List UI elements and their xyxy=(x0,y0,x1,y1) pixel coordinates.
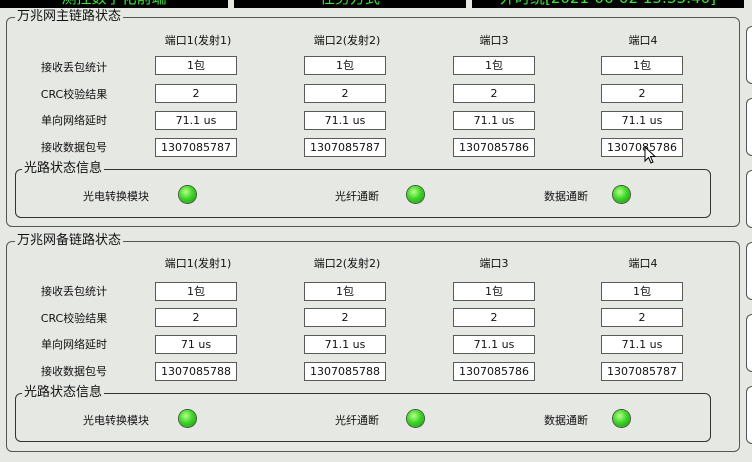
optical-status-title: 光路状态信息 xyxy=(22,385,105,401)
field-latency-port3: 71.1 us xyxy=(453,111,535,130)
optical-item-label: 数据通断 xyxy=(544,414,588,427)
top-status-item-2: 任务方式 xyxy=(234,0,466,8)
field-packet-loss-port1: 1包 xyxy=(155,56,237,75)
field-crc-port2: 2 xyxy=(304,308,386,327)
field-latency-port1: 71.1 us xyxy=(155,111,237,130)
field-packet-number-port1: 1307085787 xyxy=(155,138,237,157)
optical-item-label: 光纤通断 xyxy=(335,414,379,427)
row-label-packet-number: 接收数据包号 xyxy=(41,141,107,154)
field-packet-loss-port1: 1包 xyxy=(155,282,237,301)
row-label-packet-loss: 接收丢包统计 xyxy=(41,285,107,298)
side-panel-edge xyxy=(746,386,752,444)
field-latency-port1: 71 us xyxy=(155,335,237,354)
row-label-crc: CRC校验结果 xyxy=(40,88,108,101)
field-packet-loss-port3: 1包 xyxy=(453,56,535,75)
optical-status-group: 光路状态信息 光电转换模块 光纤通断 数据通断 xyxy=(15,161,711,218)
field-packet-number-port2: 1307085787 xyxy=(304,138,386,157)
optical-status-group: 光路状态信息 光电转换模块 光纤通断 数据通断 xyxy=(15,385,711,442)
column-header-port1: 端口1(发射1) xyxy=(164,257,232,270)
optical-status-title: 光路状态信息 xyxy=(22,161,105,177)
field-packet-number-port4: 1307085786 xyxy=(601,138,683,157)
top-status-item-3: 外时统[2021-06-02 15:33:40] xyxy=(472,0,744,8)
field-packet-loss-port2: 1包 xyxy=(304,282,386,301)
column-header-port3: 端口3 xyxy=(479,257,509,270)
row-label-packet-number: 接收数据包号 xyxy=(41,365,107,378)
top-status-bar: 测控数字化前端 任务方式 外时统[2021-06-02 15:33:40] xyxy=(0,0,752,9)
field-crc-port1: 2 xyxy=(155,84,237,103)
optical-item-label: 光纤通断 xyxy=(335,190,379,203)
field-packet-loss-port4: 1包 xyxy=(601,282,683,301)
side-panel-edge xyxy=(746,314,752,372)
status-led-icon xyxy=(613,186,630,203)
field-crc-port2: 2 xyxy=(304,84,386,103)
group-title: 万兆网备链路状态 xyxy=(15,233,124,249)
field-crc-port1: 2 xyxy=(155,308,237,327)
status-led-icon xyxy=(407,410,424,427)
column-header-port1: 端口1(发射1) xyxy=(164,34,232,47)
top-status-item-1: 测控数字化前端 xyxy=(0,0,228,8)
main-link-status-group: 万兆网主链路状态 端口1(发射1) 端口2(发射2) 端口3 端口4 接收丢包统… xyxy=(6,9,740,227)
column-header-port2: 端口2(发射2) xyxy=(313,34,381,47)
row-label-packet-loss: 接收丢包统计 xyxy=(41,61,107,74)
optical-item-label: 数据通断 xyxy=(544,190,588,203)
optical-item-label: 光电转换模块 xyxy=(83,190,149,203)
optical-item-label: 光电转换模块 xyxy=(83,414,149,427)
row-label-latency: 单向网络延时 xyxy=(41,338,107,351)
field-packet-loss-port4: 1包 xyxy=(601,56,683,75)
row-label-latency: 单向网络延时 xyxy=(41,114,107,127)
field-packet-number-port4: 1307085787 xyxy=(601,362,683,381)
column-header-port4: 端口4 xyxy=(628,34,658,47)
column-header-port3: 端口3 xyxy=(479,34,509,47)
field-latency-port4: 71.1 us xyxy=(601,111,683,130)
field-crc-port3: 2 xyxy=(453,84,535,103)
field-crc-port4: 2 xyxy=(601,308,683,327)
status-led-icon xyxy=(613,410,630,427)
row-label-crc: CRC校验结果 xyxy=(40,312,108,325)
field-packet-number-port2: 1307085788 xyxy=(304,362,386,381)
field-latency-port2: 71.1 us xyxy=(304,335,386,354)
field-packet-loss-port3: 1包 xyxy=(453,282,535,301)
field-packet-number-port1: 1307085788 xyxy=(155,362,237,381)
side-panel-edge xyxy=(746,242,752,300)
field-latency-port3: 71.1 us xyxy=(453,335,535,354)
status-led-icon xyxy=(179,186,196,203)
side-panel-edge xyxy=(746,170,752,228)
backup-link-status-group: 万兆网备链路状态 端口1(发射1) 端口2(发射2) 端口3 端口4 接收丢包统… xyxy=(6,233,740,452)
status-led-icon xyxy=(179,410,196,427)
field-crc-port3: 2 xyxy=(453,308,535,327)
side-panel-edge xyxy=(746,98,752,156)
field-latency-port2: 71.1 us xyxy=(304,111,386,130)
mouse-cursor-icon xyxy=(644,146,656,164)
side-panel-edge xyxy=(746,26,752,84)
field-packet-loss-port2: 1包 xyxy=(304,56,386,75)
field-packet-number-port3: 1307085786 xyxy=(453,138,535,157)
field-packet-number-port3: 1307085786 xyxy=(453,362,535,381)
column-header-port2: 端口2(发射2) xyxy=(313,257,381,270)
field-latency-port4: 71.1 us xyxy=(601,335,683,354)
column-header-port4: 端口4 xyxy=(628,257,658,270)
group-title: 万兆网主链路状态 xyxy=(15,9,124,25)
field-crc-port4: 2 xyxy=(601,84,683,103)
status-led-icon xyxy=(407,186,424,203)
